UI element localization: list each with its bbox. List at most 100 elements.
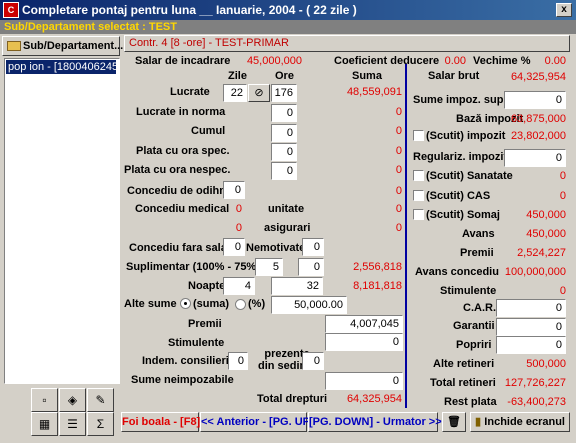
lucrate-norma-suma: 0 [395, 106, 402, 118]
premii-label: Premii [188, 318, 222, 330]
eye-icon[interactable]: ⊘ [248, 84, 270, 102]
coef-value: 0.00 [444, 55, 466, 67]
sum-icon-button[interactable]: Σ [87, 412, 114, 436]
suma-radio[interactable] [180, 298, 191, 309]
alte-sume-label: Alte sume [124, 298, 177, 310]
sume-impoz-label: Sume impoz. supl. [413, 94, 510, 106]
concediu-medical-zile2: 0 [235, 222, 242, 234]
lucrate-zile-input[interactable]: 22 [223, 84, 247, 102]
scutit-impozit-checkbox[interactable] [413, 130, 424, 141]
coef-label: Coeficient deducere [334, 55, 440, 67]
noapte-label: Noapte [188, 280, 226, 292]
avans-conc-value: 100,000,000 [504, 266, 566, 278]
col-ore: Ore [275, 70, 294, 82]
indem-input[interactable]: 0 [228, 352, 248, 370]
urmator-button[interactable]: [PG. DOWN] - Urmator >> [308, 412, 442, 432]
salar-brut-value: 64,325,954 [510, 71, 566, 83]
calc-icon-button[interactable]: ▦ [31, 412, 58, 436]
plata-nespec-label: Plata cu ora nespec. [124, 164, 231, 176]
lucrate-norma-input[interactable]: 0 [271, 104, 297, 122]
somaj-label: (Scutit) Somaj [426, 209, 500, 221]
noapte-input-1[interactable]: 4 [223, 277, 255, 295]
inchide-label: Inchide ecranul [484, 416, 565, 428]
concediu-odihna-input[interactable]: 0 [223, 181, 245, 199]
subdepartment-button-label: Sub/Departament... [23, 40, 124, 52]
neimpozabile-input[interactable]: 0 [325, 372, 403, 390]
suplimentar-input-1[interactable]: 5 [255, 258, 283, 276]
cumul-label: Cumul [191, 125, 226, 137]
percent-radio-label: (%) [248, 298, 266, 310]
cumul-suma: 0 [395, 125, 402, 137]
subdepartment-button[interactable]: Sub/Departament... [2, 36, 124, 56]
list-icon-button[interactable]: ☰ [59, 412, 86, 436]
salar-label: Salar de incadrare [135, 55, 231, 67]
stimulente-input[interactable]: 0 [325, 333, 403, 351]
sanatate-checkbox[interactable] [413, 170, 424, 181]
alte-sume-input[interactable]: 50,000.00 [271, 296, 347, 314]
concediu-fara-label: Concediu fara salar [129, 242, 232, 254]
pen-icon-button[interactable]: ✎ [87, 388, 114, 412]
popriri-input[interactable]: 0 [496, 336, 566, 354]
prezente-input[interactable]: 0 [302, 352, 324, 370]
cas-label: (Scutit) CAS [426, 190, 491, 202]
vechime-label: Vechime % [473, 55, 531, 67]
anterior-button[interactable]: << Anterior - [PG. UP] [200, 412, 314, 432]
popriri-label: Popriri [456, 339, 492, 351]
percent-radio[interactable] [235, 299, 246, 310]
concediu-fara-input[interactable]: 0 [223, 238, 245, 256]
subdepartment-label: Sub/Departament selectat : TEST [4, 21, 177, 33]
rest-value: -63,400,273 [507, 396, 566, 408]
employee-list[interactable]: pop ion - [1800406245 [4, 58, 120, 384]
sanatate-value: 0 [559, 170, 566, 182]
close-button[interactable]: x [556, 3, 572, 17]
cumul-input[interactable]: 0 [271, 124, 297, 142]
eye-icon-button[interactable]: ◈ [59, 388, 86, 412]
unitate-label: unitate [268, 203, 305, 215]
avans-conc-label: Avans concediu [415, 266, 499, 278]
car-input[interactable]: 0 [496, 299, 566, 317]
title-bar: C Completare pontaj pentru luna __ Ianua… [0, 0, 576, 20]
inchide-button[interactable]: ▮ Inchide ecranul [470, 412, 570, 432]
regulariz-label: Regulariz. impozit [413, 151, 508, 163]
somaj-value: 450,000 [526, 209, 566, 221]
car-label: C.A.R. [463, 302, 496, 314]
plata-spec-input[interactable]: 0 [271, 143, 297, 161]
scutit-impozit-value: 23,802,000 [510, 130, 566, 142]
concediu-medical-suma1: 0 [395, 203, 402, 215]
exit-door-icon: ▮ [475, 416, 482, 428]
nemotivate-label: Nemotivate [246, 242, 306, 254]
nemotivate-input[interactable]: 0 [302, 238, 324, 256]
plata-spec-label: Plata cu ora spec. [136, 145, 230, 157]
total-drepturi-label: Total drepturi [257, 393, 328, 405]
contract-label: Contr. 4 [8 -ore] - TEST-PRIMAR [124, 35, 570, 52]
noapte-input-2[interactable]: 32 [271, 277, 323, 295]
col-suma: Suma [352, 70, 382, 82]
garantii-input[interactable]: 0 [496, 318, 566, 336]
concediu-medical-label: Concediu medical [135, 203, 230, 215]
list-item[interactable]: pop ion - [1800406245 [6, 60, 116, 74]
window-icon-button[interactable]: ▫ [31, 388, 58, 412]
garantii-label: Garantii [453, 320, 495, 332]
cas-checkbox[interactable] [413, 190, 424, 201]
trash-icon[interactable]: 🗑 [442, 412, 466, 432]
noapte-suma: 8,181,818 [353, 280, 402, 292]
premii-input[interactable]: 4,007,045 [325, 315, 403, 333]
plata-spec-suma: 0 [395, 145, 402, 157]
lucrate-ore-input[interactable]: 176 [271, 84, 297, 102]
sume-impoz-input[interactable]: 0 [504, 91, 566, 109]
avans-label: Avans [462, 228, 495, 240]
total-ret-value: 127,726,227 [504, 377, 566, 389]
premii-right-label: Premii [460, 247, 494, 259]
neimpozabile-label: Sume neimpozabile [131, 374, 234, 386]
foi-boala-button[interactable]: Foi boala - [F8] [121, 412, 200, 432]
suplimentar-input-2[interactable]: 0 [298, 258, 324, 276]
salar-value: 45,000,000 [246, 55, 302, 67]
regulariz-input[interactable]: 0 [504, 149, 566, 167]
baza-value: 63,875,000 [510, 113, 566, 125]
avans-value: 450,000 [526, 228, 566, 240]
stimulente-right-value: 0 [559, 285, 566, 297]
plata-nespec-input[interactable]: 0 [271, 162, 297, 180]
somaj-checkbox[interactable] [413, 209, 424, 220]
rest-label: Rest plata [444, 396, 497, 408]
premii-right-value: 2,524,227 [517, 247, 566, 259]
